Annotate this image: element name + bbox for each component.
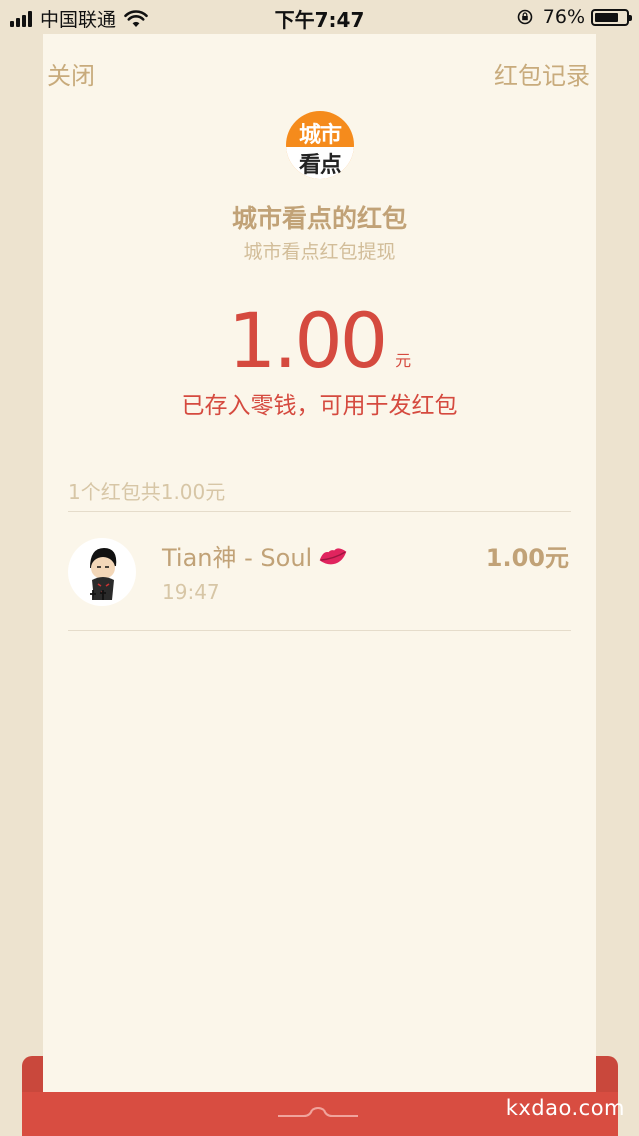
envelope-flap-icon <box>278 1107 358 1117</box>
red-packet-record-button[interactable]: 红包记录 <box>494 56 590 91</box>
lips-icon <box>319 547 347 564</box>
sender-name-text: Tian神 - Soul <box>162 544 313 572</box>
amount-display: 1.00 元 <box>43 296 596 385</box>
red-packet-card: 关闭 红包记录 城市 看点 城市看点的红包 城市看点红包提现 1.00 元 已存入… <box>43 34 596 1136</box>
rotation-lock-icon <box>517 9 533 25</box>
sender-subtitle: 城市看点红包提现 <box>243 241 396 263</box>
avatar <box>68 538 136 606</box>
battery-percent: 76% <box>542 6 585 28</box>
list-item[interactable]: Tian神 - Soul 19:47 1.00元 <box>68 514 571 630</box>
received-time: 19:47 <box>162 580 220 604</box>
amount-unit: 元 <box>395 351 412 370</box>
battery-fill <box>595 12 618 22</box>
sender-name: Tian神 - Soul <box>162 538 350 573</box>
amount-value: 1.00 <box>227 296 388 385</box>
received-amount: 1.00元 <box>485 544 569 572</box>
logo-text-line1: 城市 <box>298 123 342 148</box>
saved-to-balance-link[interactable]: 已存入零钱，可用于发红包 <box>43 386 596 420</box>
divider <box>68 630 571 631</box>
packet-summary: 1个红包共1.00元 <box>68 480 226 504</box>
status-bar: 中国联通 下午7:47 76% <box>0 0 639 34</box>
sender-logo: 城市 看点 <box>286 111 354 179</box>
divider <box>68 511 571 512</box>
battery-icon <box>591 8 632 26</box>
logo-text-line2: 看点 <box>298 153 342 178</box>
watermark: kxdao.com <box>505 1096 625 1120</box>
close-button[interactable]: 关闭 <box>47 56 95 91</box>
sender-title: 城市看点的红包 <box>231 204 407 233</box>
